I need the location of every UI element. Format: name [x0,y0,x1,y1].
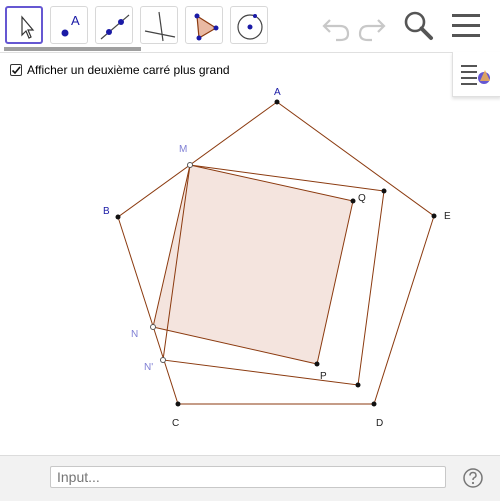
show-second-square-label: Afficher un deuxième carré plus grand [27,63,230,77]
show-second-square-checkbox-row[interactable]: Afficher un deuxième carré plus grand [10,62,230,78]
checkmark-icon [11,66,21,75]
label-A: A [274,87,281,98]
label-C: C [172,418,179,429]
point-C[interactable] [175,401,181,407]
point-N[interactable] [150,324,156,330]
point-M[interactable] [187,162,193,168]
point-second-square-top[interactable] [381,188,387,194]
help-icon [463,468,483,488]
show-second-square-checkbox[interactable] [10,64,22,76]
point-second-square-bottom[interactable] [355,382,361,388]
label-N: N [131,329,138,340]
algebra-input-bar [0,455,500,501]
label-M: M [179,144,187,155]
point-E[interactable] [431,213,437,219]
algebra-input[interactable] [50,466,446,488]
label-E: E [444,211,451,222]
label-Q: Q [358,193,366,204]
label-P: P [320,371,327,382]
point-B[interactable] [115,214,121,220]
input-help-button[interactable] [462,467,484,489]
label-D: D [376,418,383,429]
point-P[interactable] [314,361,320,367]
point-A[interactable] [274,99,280,105]
label-B: B [103,206,110,217]
point-D[interactable] [371,401,377,407]
point-N-prime[interactable] [160,357,166,363]
label-N-prime: N' [144,362,153,373]
point-Q[interactable] [350,198,356,204]
square-MQPN[interactable] [152,164,354,365]
